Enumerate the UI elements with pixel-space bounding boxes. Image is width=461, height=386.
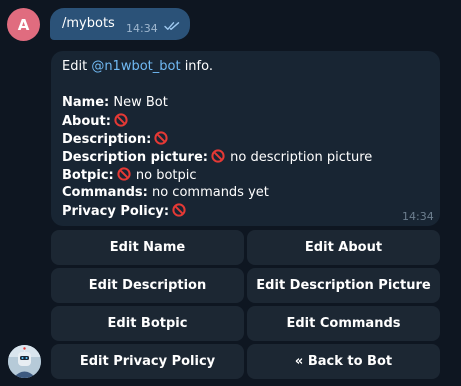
double-check-icon	[164, 22, 180, 30]
intro-prefix: Edit	[62, 59, 92, 74]
bot-avatar[interactable]	[8, 345, 41, 378]
bot-mention-link[interactable]: @n1wbot_bot	[91, 59, 180, 74]
field-commands: Commands: no commands yet	[62, 185, 269, 200]
edit-commands-button[interactable]: Edit Commands	[247, 306, 440, 341]
robot-avatar-icon	[8, 345, 41, 378]
edit-botpic-button[interactable]: Edit Botpic	[51, 306, 244, 341]
no-entry-icon	[117, 167, 131, 181]
field-value: no commands yet	[147, 185, 269, 200]
field-value: no botpic	[131, 168, 197, 183]
bot-message-time: 14:34	[402, 210, 434, 223]
field-value: no description picture	[225, 150, 373, 165]
no-entry-icon	[211, 149, 225, 163]
user-avatar[interactable]: A	[7, 8, 40, 41]
bot-message[interactable]: Edit @n1wbot_bot info. Name: New Bot Abo…	[51, 51, 440, 226]
intro-suffix: info.	[180, 59, 213, 74]
field-about: About:	[62, 113, 129, 129]
no-entry-icon	[172, 203, 186, 217]
field-label: Privacy Policy:	[62, 204, 170, 219]
back-to-bot-button[interactable]: « Back to Bot	[247, 344, 440, 379]
field-label: Description picture:	[62, 150, 208, 165]
no-entry-icon	[154, 131, 168, 145]
edit-description-picture-button[interactable]: Edit Description Picture	[247, 268, 440, 303]
field-name: Name: New Bot	[62, 95, 168, 110]
field-privacy-policy: Privacy Policy:	[62, 203, 187, 219]
bot-message-intro: Edit @n1wbot_bot info.	[62, 59, 213, 74]
field-label: Description:	[62, 132, 152, 147]
edit-description-button[interactable]: Edit Description	[51, 268, 244, 303]
field-value: New Bot	[109, 95, 168, 110]
edit-name-button[interactable]: Edit Name	[51, 230, 244, 265]
no-entry-icon	[114, 113, 128, 127]
field-label: Commands:	[62, 185, 148, 200]
edit-privacy-policy-button[interactable]: Edit Privacy Policy	[51, 344, 244, 379]
field-label: Name:	[62, 95, 110, 110]
field-description-picture: Description picture: no description pict…	[62, 149, 372, 165]
outgoing-message[interactable]: /mybots 14:34	[50, 8, 190, 40]
field-description: Description:	[62, 131, 169, 147]
outgoing-message-text: /mybots	[62, 16, 115, 31]
edit-about-button[interactable]: Edit About	[247, 230, 440, 265]
field-botpic: Botpic: no botpic	[62, 167, 197, 183]
field-label: About:	[62, 114, 111, 129]
outgoing-message-time: 14:34	[126, 22, 158, 35]
field-label: Botpic:	[62, 168, 114, 183]
